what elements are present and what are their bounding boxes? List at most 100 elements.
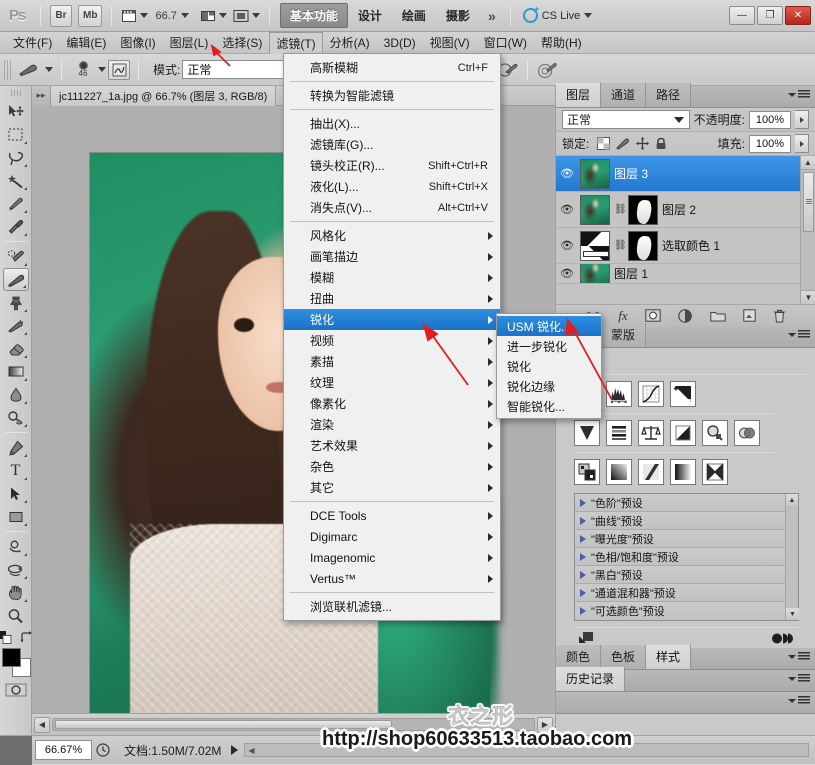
posterize-button[interactable] (606, 459, 632, 485)
submenu-item-sharpen-edges[interactable]: 锐化边缘 (497, 376, 601, 396)
table-row[interactable]: 👁 ⛓ 图层 2 (556, 192, 815, 228)
vscroll-thumb[interactable] (803, 172, 814, 232)
channel-mixer-button[interactable] (734, 420, 760, 446)
toggle-brush-panel-button[interactable] (108, 59, 130, 80)
quick-mask-button[interactable] (5, 682, 27, 701)
menu-file[interactable]: 文件(F) (6, 31, 59, 54)
tab-swatches[interactable]: 色板 (601, 645, 647, 669)
list-item[interactable]: "色相/饱和度"预设 (575, 548, 798, 566)
menu-item-render[interactable]: 渲染 (284, 414, 500, 435)
tab-channels[interactable]: 通道 (601, 83, 647, 107)
status-expand-button[interactable] (231, 745, 239, 755)
layer-opacity-stepper[interactable] (795, 110, 809, 129)
chevron-down-icon[interactable] (45, 67, 53, 72)
arrange-documents-button[interactable] (198, 5, 229, 27)
tools-panel-grip[interactable] (10, 90, 21, 96)
layer-style-icon[interactable]: fx (618, 308, 627, 324)
history-panel-menu-button[interactable] (788, 674, 810, 683)
layer-name[interactable]: 图层 3 (614, 165, 648, 182)
tab-history[interactable]: 历史记录 (556, 667, 626, 691)
expand-triangle-icon[interactable] (580, 607, 586, 615)
vibrance-button[interactable] (574, 420, 600, 446)
list-item[interactable]: "色阶"预设 (575, 494, 798, 512)
menu-layer[interactable]: 图层(L) (163, 31, 216, 54)
launch-mini-bridge-button[interactable]: Mb (78, 4, 103, 27)
spot-healing-brush-tool[interactable] (3, 245, 29, 268)
zoom-tool[interactable] (3, 604, 29, 627)
menu-item-gaussian-blur[interactable]: 高斯模糊 Ctrl+F (284, 57, 500, 78)
mask-link-icon[interactable]: ⛓ (614, 240, 627, 251)
menu-item-pixelate[interactable]: 像素化 (284, 393, 500, 414)
expand-triangle-icon[interactable] (580, 570, 586, 579)
tab-color[interactable]: 颜色 (556, 645, 602, 669)
crop-tool[interactable] (3, 192, 29, 215)
menu-item-brush-strokes[interactable]: 画笔描边 (284, 246, 500, 267)
layer-thumbnail[interactable] (580, 194, 610, 225)
pen-tool[interactable] (3, 436, 29, 459)
layer-mask-thumbnail[interactable] (628, 230, 658, 261)
layer-mask-thumbnail[interactable] (628, 194, 658, 225)
adjustment-layer-thumbnail[interactable] (580, 230, 610, 261)
brush-tool[interactable] (2, 268, 29, 291)
dodge-tool[interactable] (3, 406, 29, 429)
menu-item-other[interactable]: 其它 (284, 477, 500, 498)
brush-preset-picker[interactable] (17, 59, 43, 81)
tab-paths[interactable]: 路径 (646, 83, 692, 107)
eyedropper-tool[interactable] (3, 215, 29, 238)
scroll-down-button[interactable]: ▼ (786, 608, 799, 620)
menu-item-stylize[interactable]: 风格化 (284, 225, 500, 246)
menu-analysis[interactable]: 分析(A) (323, 31, 377, 54)
workspace-tab-design[interactable]: 设计 (348, 3, 392, 28)
menu-item-artistic[interactable]: 艺术效果 (284, 435, 500, 456)
menu-item-vertus[interactable]: Vertus™ (284, 568, 500, 589)
add-mask-icon[interactable] (644, 309, 661, 322)
menu-view[interactable]: 视图(V) (423, 31, 477, 54)
scroll-up-button[interactable]: ▲ (786, 494, 798, 506)
new-layer-icon[interactable] (742, 309, 756, 322)
tablet-pressure-toggle[interactable] (536, 60, 558, 80)
options-bar-grip[interactable] (4, 59, 11, 80)
table-row[interactable]: 👁 图层 3 (556, 156, 815, 192)
levels-button[interactable] (606, 381, 632, 407)
path-selection-tool[interactable] (3, 482, 29, 505)
layer-visibility-toggle[interactable]: 👁 (558, 267, 576, 280)
status-timing-button[interactable] (92, 743, 114, 757)
expand-tabs-button[interactable]: ▸▸ (32, 85, 50, 106)
orbit-3d-camera-tool[interactable] (3, 558, 29, 581)
lock-position-icon[interactable] (636, 137, 650, 150)
submenu-item-smart-sharpen[interactable]: 智能锐化... (497, 396, 601, 416)
menu-image[interactable]: 图像(I) (113, 31, 162, 54)
tab-styles[interactable]: 样式 (646, 645, 692, 669)
layers-vertical-scrollbar[interactable]: ▲ ▼ (800, 156, 815, 304)
color-panel-menu-button[interactable] (788, 652, 810, 661)
color-balance-button[interactable] (638, 420, 664, 446)
maximize-button[interactable]: ❐ (757, 6, 783, 25)
menu-item-liquify[interactable]: 液化(L)... Shift+Ctrl+X (284, 176, 500, 197)
lock-transparent-icon[interactable] (597, 137, 611, 150)
invert-button[interactable] (574, 459, 600, 485)
fill-stepper[interactable] (795, 134, 809, 153)
rectangular-marquee-tool[interactable] (3, 123, 29, 146)
blend-mode-dropdown[interactable]: 正常 (562, 110, 690, 129)
menu-item-texture[interactable]: 纹理 (284, 372, 500, 393)
cs-live-button[interactable]: CS Live (522, 8, 593, 23)
scroll-left-button[interactable]: ◀ (34, 716, 50, 733)
expand-triangle-icon[interactable] (580, 498, 586, 507)
layer-name[interactable]: 选取颜色 1 (662, 237, 720, 254)
close-button[interactable]: ✕ (785, 6, 811, 25)
extra-panel-menu-button[interactable] (788, 696, 810, 705)
layer-name[interactable]: 图层 1 (614, 265, 648, 282)
clone-stamp-tool[interactable] (3, 291, 29, 314)
expand-triangle-icon[interactable] (580, 552, 586, 561)
menu-item-blur[interactable]: 模糊 (284, 267, 500, 288)
minimize-button[interactable]: — (729, 6, 755, 25)
presets-scrollbar[interactable]: ▲ ▼ (785, 494, 799, 620)
blur-tool[interactable] (3, 383, 29, 406)
chevron-down-icon[interactable] (98, 67, 106, 72)
more-workspaces-button[interactable]: » (480, 6, 504, 26)
scroll-down-button[interactable]: ▼ (801, 290, 815, 304)
photo-filter-button[interactable] (702, 420, 728, 446)
menu-item-browse-online-filters[interactable]: 浏览联机滤镜... (284, 596, 500, 617)
layers-panel-menu-button[interactable] (788, 90, 810, 99)
eraser-tool[interactable] (3, 337, 29, 360)
